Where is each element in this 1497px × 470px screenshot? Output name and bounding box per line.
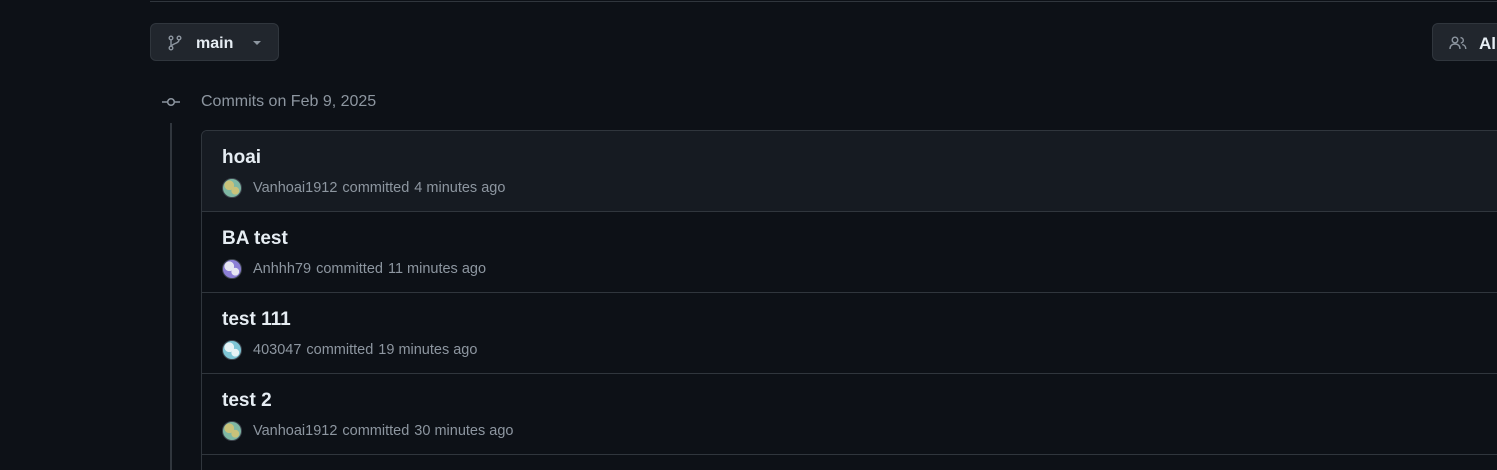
- commits-page: main All Commits on Feb 9, 2025 hoai Vanh…: [0, 0, 1497, 470]
- commit-row: hoai Vanhoai1912 committed 4 minutes ago: [202, 131, 1497, 212]
- commit-author-link[interactable]: Vanhoai1912: [253, 423, 337, 439]
- commit-row: test 111 403047 committed 19 minutes ago: [202, 293, 1497, 374]
- users-filter-label: All: [1479, 34, 1497, 53]
- commit-author-link[interactable]: Anhhh79: [253, 261, 311, 277]
- top-divider: [150, 1, 1497, 2]
- commit-verb: committed: [316, 261, 383, 277]
- commit-time: 19 minutes ago: [378, 342, 478, 358]
- commit-time: 30 minutes ago: [414, 423, 514, 439]
- commit-group-heading: Commits on Feb 9, 2025: [201, 93, 377, 110]
- commit-verb: committed: [342, 423, 410, 439]
- caret-down-icon: [253, 41, 261, 45]
- commit-meta: Anhhh79 committed 11 minutes ago: [222, 258, 486, 280]
- avatar[interactable]: [222, 259, 242, 279]
- commit-title-link[interactable]: test 2: [222, 390, 272, 412]
- commit-title-link[interactable]: hoai: [222, 147, 261, 169]
- avatar[interactable]: [222, 178, 242, 198]
- commit-author-link[interactable]: Vanhoai1912: [253, 180, 337, 196]
- commit-author-link[interactable]: 403047: [253, 342, 301, 358]
- timeline-line: [170, 123, 172, 470]
- avatar[interactable]: [222, 340, 242, 360]
- git-commit-icon: [162, 97, 180, 107]
- people-icon: [1449, 36, 1467, 50]
- users-filter-button[interactable]: All: [1432, 23, 1497, 61]
- commit-title-link[interactable]: BA test: [222, 228, 288, 250]
- commit-meta: Vanhoai1912 committed 4 minutes ago: [222, 177, 505, 199]
- commit-time: 4 minutes ago: [414, 180, 506, 196]
- commit-list: hoai Vanhoai1912 committed 4 minutes ago BA …: [201, 130, 1497, 470]
- commit-verb: committed: [342, 180, 410, 196]
- git-branch-icon: [168, 35, 182, 51]
- commit-row: BA test Anhhh79 committed 11 minutes ago: [202, 212, 1497, 293]
- commit-title-link[interactable]: test 111: [222, 309, 291, 331]
- avatar[interactable]: [222, 421, 242, 441]
- commit-verb: committed: [306, 342, 374, 358]
- branch-name: main: [196, 35, 234, 52]
- commit-meta: Vanhoai1912 committed 30 minutes ago: [222, 420, 513, 442]
- commit-time: 11 minutes ago: [387, 261, 487, 277]
- branch-selector-button[interactable]: main: [150, 23, 279, 61]
- commit-meta: 403047 committed 19 minutes ago: [222, 339, 477, 361]
- commit-row: test 2 Vanhoai1912 committed 30 minutes ago: [202, 374, 1497, 455]
